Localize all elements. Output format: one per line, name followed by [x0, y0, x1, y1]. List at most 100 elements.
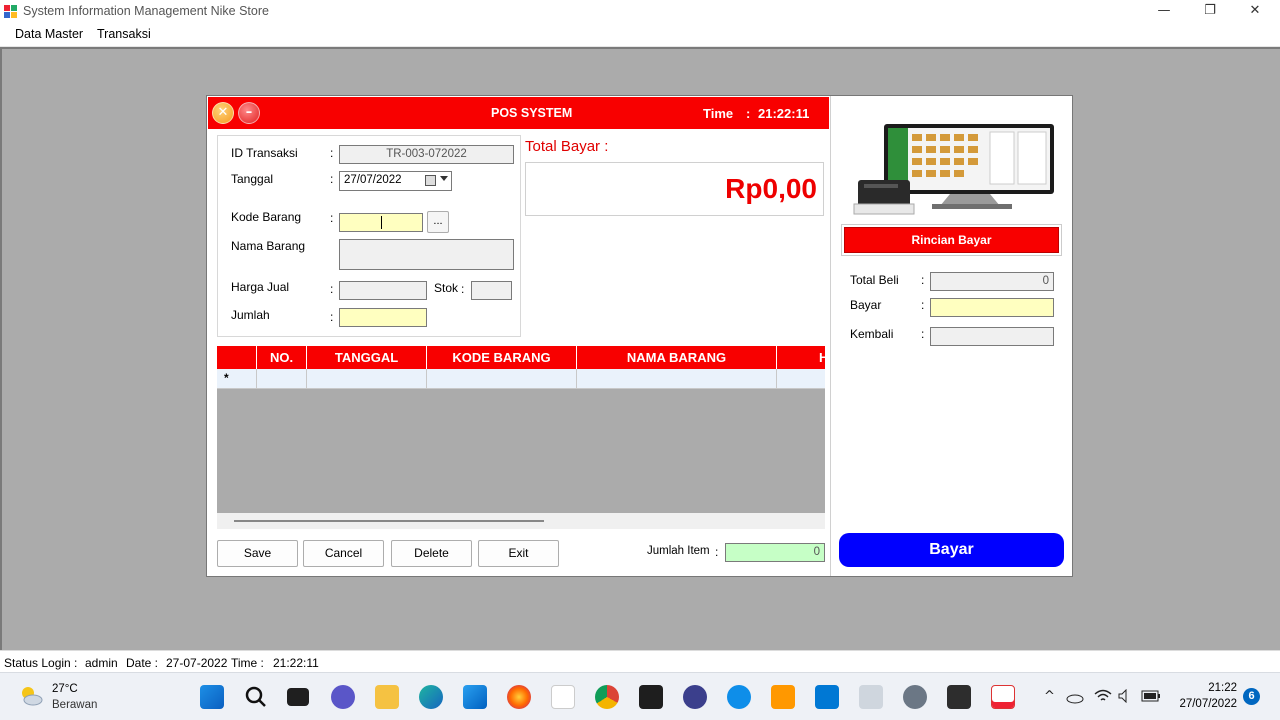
text-caret: [381, 216, 382, 229]
nama-barang-field: [339, 239, 514, 270]
nike-store-app-icon[interactable]: [991, 685, 1015, 709]
transaction-grid[interactable]: NO. TANGGAL KODE BARANG NAMA BARANG HARG…: [217, 346, 825, 513]
edge-browser-icon[interactable]: [419, 685, 443, 709]
speaker-icon[interactable]: [1117, 689, 1133, 703]
transaction-input-group: ID Transaksi : TR-003-072022 Tanggal : 2…: [217, 135, 521, 337]
tanggal-date-picker[interactable]: 27/07/2022: [339, 171, 452, 191]
chat-icon[interactable]: [331, 685, 355, 709]
harga-jual-label: Harga Jual: [231, 280, 290, 294]
grid-header-nama-barang[interactable]: NAMA BARANG: [577, 346, 777, 369]
bayar-input[interactable]: [930, 298, 1054, 317]
jumlah-label: Jumlah: [231, 308, 270, 322]
pos-header: ✕ – POS SYSTEM Time : 21:22:11: [208, 97, 829, 129]
colon: :: [330, 282, 334, 296]
app-icon: [4, 5, 17, 18]
total-beli-label: Total Beli: [850, 273, 899, 287]
wifi-icon[interactable]: [1094, 689, 1112, 703]
amazon-icon[interactable]: [551, 685, 575, 709]
grid-cell[interactable]: [307, 369, 427, 389]
jumlah-item-label: Jumlah Item: [647, 545, 710, 557]
minimize-button[interactable]: —: [1141, 0, 1187, 23]
total-beli-field: 0: [930, 272, 1054, 291]
form-minimize-button[interactable]: –: [238, 102, 260, 124]
time-separator: :: [746, 106, 751, 121]
browse-barang-button[interactable]: ...: [427, 211, 449, 233]
time-label: Time: [703, 106, 734, 121]
notification-badge[interactable]: 6: [1243, 688, 1260, 705]
window-title-bar: System Information Management Nike Store…: [0, 0, 1280, 23]
tanggal-value: 27/07/2022: [344, 174, 402, 186]
file-explorer-icon[interactable]: [375, 685, 399, 709]
cancel-button[interactable]: Cancel: [303, 540, 384, 567]
chevron-down-icon: [440, 176, 448, 181]
menu-data-master[interactable]: Data Master: [15, 27, 83, 41]
sublime-text-icon[interactable]: [771, 685, 795, 709]
menu-transaksi[interactable]: Transaksi: [97, 27, 151, 41]
grid-new-row-header[interactable]: [217, 369, 257, 389]
delete-button[interactable]: Delete: [391, 540, 472, 567]
chrome-icon[interactable]: [595, 685, 619, 709]
grid-cell[interactable]: [777, 369, 825, 389]
grid-horizontal-scrollbar[interactable]: [217, 513, 825, 529]
status-user: admin: [85, 656, 118, 670]
grid-header-harga-jual[interactable]: HARGA JUAL: [777, 346, 825, 369]
stok-field: [471, 281, 512, 300]
cloudy-weather-icon[interactable]: [18, 683, 44, 709]
grid-header-tanggal[interactable]: TANGGAL: [307, 346, 427, 369]
vscode-icon[interactable]: [815, 685, 839, 709]
total-bayar-value: Rp0,00: [725, 173, 817, 204]
minimize-icon: –: [245, 105, 253, 120]
firefox-icon[interactable]: [507, 685, 531, 709]
grid-cell[interactable]: [577, 369, 777, 389]
search-icon[interactable]: [244, 685, 268, 709]
teamviewer-icon[interactable]: [727, 685, 751, 709]
restore-button[interactable]: ❐: [1187, 0, 1233, 23]
time-value: 21:22:11: [758, 106, 810, 121]
stok-label: Stok: [434, 281, 459, 295]
database-tool-icon[interactable]: [947, 685, 971, 709]
jumlah-input[interactable]: [339, 308, 427, 327]
onedrive-cloud-icon[interactable]: [1066, 690, 1084, 704]
start-windows-icon[interactable]: [200, 685, 224, 709]
colon: :: [921, 273, 925, 287]
clock-date[interactable]: 27/07/2022: [1172, 698, 1237, 710]
scrollbar-thumb[interactable]: [234, 520, 544, 522]
id-transaksi-label: ID Transaksi: [231, 146, 298, 160]
loop-app-icon[interactable]: [683, 685, 707, 709]
window-title: System Information Management Nike Store: [23, 4, 269, 18]
kembali-field: [930, 327, 1054, 346]
colon: :: [921, 327, 925, 341]
nama-barang-label: Nama Barang: [231, 239, 306, 253]
status-login-label: Status Login :: [4, 656, 78, 670]
pos-form: ✕ – POS SYSTEM Time : 21:22:11 ID Transa…: [206, 95, 1073, 577]
colon: :: [330, 310, 334, 324]
new-row-marker: *: [224, 371, 229, 385]
battery-icon[interactable]: [1141, 690, 1161, 702]
settings-gear-icon[interactable]: [903, 685, 927, 709]
jumlah-item-field: 0: [725, 543, 825, 562]
terminal-icon[interactable]: [639, 685, 663, 709]
grid-cell[interactable]: [427, 369, 577, 389]
grid-header-kode-barang[interactable]: KODE BARANG: [427, 346, 577, 369]
clock-time[interactable]: 21:22: [1205, 682, 1237, 694]
close-window-button[interactable]: ✕: [1232, 0, 1278, 23]
colon: :: [330, 146, 334, 160]
status-date-label: Date :: [126, 656, 159, 670]
grid-cell[interactable]: [257, 369, 307, 389]
grid-header-no[interactable]: NO.: [257, 346, 307, 369]
bayar-label: Bayar: [850, 298, 882, 312]
kode-barang-label: Kode Barang: [231, 210, 302, 224]
snipping-tool-icon[interactable]: [859, 685, 883, 709]
form-close-button[interactable]: ✕: [212, 102, 234, 124]
task-view-icon[interactable]: [287, 688, 309, 706]
tray-chevron-up-icon[interactable]: ^: [1044, 689, 1055, 704]
save-button[interactable]: Save: [217, 540, 298, 567]
total-bayar-box: Rp0,00: [525, 162, 824, 216]
colon: :: [921, 298, 925, 312]
pos-title: POS SYSTEM: [491, 106, 573, 120]
bayar-button[interactable]: Bayar: [839, 533, 1064, 567]
pos-terminal-image: [853, 124, 1054, 215]
status-time-label: Time :: [231, 656, 264, 670]
store-icon[interactable]: [463, 685, 487, 709]
exit-button[interactable]: Exit: [478, 540, 559, 567]
